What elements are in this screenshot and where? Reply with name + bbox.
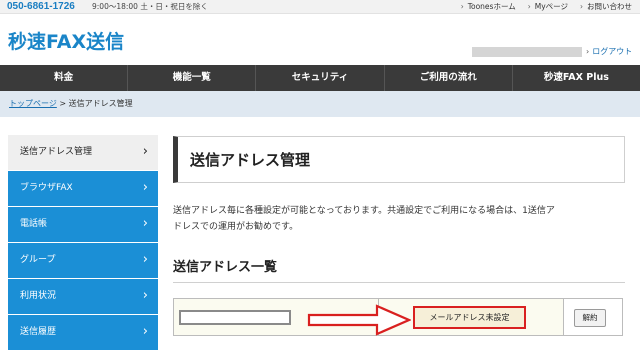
sidebar-item-phonebook[interactable]: 電話帳 › <box>8 207 158 242</box>
site-logo[interactable]: 秒速FAX送信 <box>8 31 124 53</box>
chevron-right-icon: › <box>142 180 148 195</box>
utility-bar: 050-6861-1726 9:00～18:00 土・日・祝日を除く Toone… <box>0 0 640 14</box>
page-title-box: 送信アドレス管理 <box>173 136 625 183</box>
page-description: 送信アドレス毎に各種設定が可能となっております。共通設定でご利用になる場合は、1… <box>173 203 625 235</box>
breadcrumb-home-link[interactable]: トップページ <box>9 99 57 108</box>
sidebar-item-label: 電話帳 <box>20 219 48 229</box>
cancel-contract-button[interactable]: 解約 <box>574 309 606 327</box>
toones-home-link[interactable]: Toonesホーム <box>461 2 516 12</box>
heading-divider <box>173 282 625 283</box>
mypage-link[interactable]: Myページ <box>528 2 568 12</box>
email-not-set-button[interactable]: メールアドレス未設定 <box>413 306 526 329</box>
nav-item-fax-plus[interactable]: 秒速FAX Plus <box>513 65 640 91</box>
sidebar: 送信アドレス管理 › ブラウザFAX › 電話帳 › グループ › 利用状況 ›… <box>8 135 158 351</box>
contact-link[interactable]: お問い合わせ <box>580 2 632 12</box>
breadcrumb: トップページ > 送信アドレス管理 <box>9 99 133 109</box>
sidebar-item-label: 送信履歴 <box>20 327 57 337</box>
breadcrumb-separator: > <box>59 99 67 108</box>
chevron-right-icon: › <box>142 216 148 231</box>
chevron-right-icon: › <box>142 144 148 159</box>
nav-item-flow[interactable]: ご利用の流れ <box>385 65 513 91</box>
nav-item-features[interactable]: 機能一覧 <box>128 65 257 91</box>
chevron-right-icon: › <box>142 324 148 339</box>
sidebar-item-label: ブラウザFAX <box>20 183 73 193</box>
sidebar-item-label: グループ <box>20 255 56 265</box>
nav-item-pricing[interactable]: 料金 <box>0 65 129 91</box>
description-line: 送信アドレス毎に各種設定が可能となっております。共通設定でご利用になる場合は、1… <box>173 206 555 216</box>
sidebar-item-send-history[interactable]: 送信履歴 › <box>8 315 158 350</box>
breadcrumb-bar: トップページ > 送信アドレス管理 <box>0 91 640 117</box>
redacted-user-name <box>472 47 582 57</box>
address-list-heading: 送信アドレス一覧 <box>173 260 278 275</box>
sidebar-item-group[interactable]: グループ › <box>8 243 158 278</box>
phone-number: 050-6861-1726 <box>7 1 75 12</box>
red-arrow-icon <box>307 304 411 336</box>
sidebar-item-usage[interactable]: 利用状況 › <box>8 279 158 314</box>
chevron-right-icon: › <box>142 252 148 267</box>
logout-link[interactable]: ログアウト <box>586 46 632 58</box>
business-hours: 9:00～18:00 土・日・祝日を除く <box>92 2 208 11</box>
chevron-right-icon: › <box>142 288 148 303</box>
redacted-address-field <box>179 310 291 325</box>
sidebar-item-browser-fax[interactable]: ブラウザFAX › <box>8 171 158 206</box>
cancel-cell: 解約 <box>564 299 622 335</box>
description-line: ドレスでの運用がお勧めです。 <box>173 222 299 232</box>
page-title: 送信アドレス管理 <box>190 151 311 169</box>
nav-item-security[interactable]: セキュリティ <box>256 65 385 91</box>
breadcrumb-current: 送信アドレス管理 <box>68 99 133 108</box>
sidebar-item-label: 送信アドレス管理 <box>20 147 93 157</box>
sidebar-item-label: 利用状況 <box>20 291 57 301</box>
site-header: 秒速FAX送信 ログアウト <box>0 14 640 65</box>
main-nav: 料金 機能一覧 セキュリティ ご利用の流れ 秒速FAX Plus <box>0 65 640 91</box>
sidebar-item-address-management[interactable]: 送信アドレス管理 › <box>8 135 158 170</box>
utility-links: Toonesホーム Myページ お問い合わせ <box>461 2 632 12</box>
